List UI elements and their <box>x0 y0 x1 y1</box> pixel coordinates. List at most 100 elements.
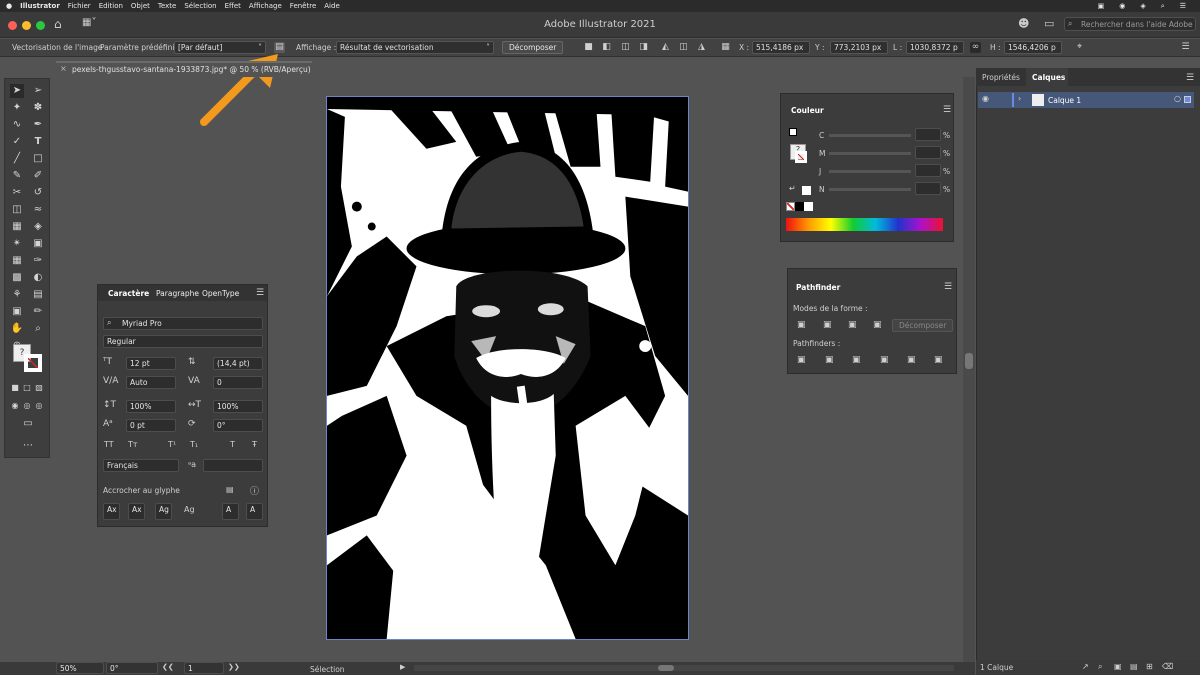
tab-character[interactable]: Caractère <box>108 289 149 298</box>
puppet-warp-tool-icon[interactable]: ✴ <box>10 237 24 251</box>
intersect-icon[interactable]: ▣ <box>848 320 857 330</box>
artboard-navigator[interactable]: 1 <box>184 662 224 674</box>
last-artboard-icon[interactable]: ❯❯ <box>228 663 240 671</box>
menu-effect[interactable]: Effet <box>225 2 241 10</box>
link-constrain-icon[interactable]: ∞ <box>970 42 981 53</box>
tab-properties[interactable]: Propriétés <box>982 73 1020 82</box>
none-mode-icon[interactable]: ▧ <box>32 381 46 395</box>
font-family-dropdown[interactable]: Myriad Pro <box>103 317 263 330</box>
x-field[interactable]: 515,4186 px <box>752 41 810 54</box>
kerning-field[interactable]: Auto <box>126 376 176 389</box>
vertical-scrollbar[interactable] <box>963 77 975 662</box>
rectangle-tool-icon[interactable]: □ <box>31 152 45 166</box>
menu-edit[interactable]: Edition <box>99 2 123 10</box>
blend-tool-icon[interactable]: ◐ <box>31 271 45 285</box>
eraser-tool-icon[interactable]: ✂ <box>10 186 24 200</box>
baseline-shift-field[interactable]: 0 pt <box>126 419 176 432</box>
menu-help[interactable]: Aide <box>324 2 339 10</box>
snap-angular-button[interactable]: A <box>222 503 239 520</box>
panel-menu-icon[interactable]: ☰ <box>943 105 951 115</box>
document-tab[interactable]: pexels-thgusstavo-santana-1933873.jpg* @… <box>56 61 312 77</box>
paintbrush-tool-icon[interactable]: ✎ <box>10 169 24 183</box>
magenta-slider[interactable] <box>829 152 911 155</box>
align-left-icon[interactable]: ◧ <box>601 42 612 53</box>
y-field[interactable]: 773,2103 px <box>830 41 888 54</box>
chevron-right-icon[interactable]: › <box>1018 94 1021 103</box>
tracking-field[interactable]: 0 <box>213 376 263 389</box>
black-swatch[interactable] <box>795 202 804 211</box>
layer-row[interactable]: ◉ › Calque 1 ○ <box>978 92 1194 108</box>
app-menu[interactable]: Illustrator <box>20 2 60 10</box>
type-tool-icon[interactable]: T <box>31 135 45 149</box>
pathfinder-expand-button[interactable]: Décomposer <box>892 319 954 332</box>
horizontal-scrollbar[interactable] <box>414 665 954 671</box>
control-center-icon[interactable]: ☰ <box>1180 2 1186 10</box>
subscript-button[interactable]: T₁ <box>190 440 198 449</box>
exclude-icon[interactable]: ▣ <box>873 320 882 330</box>
scale-tool-icon[interactable]: ◫ <box>10 203 24 217</box>
underline-button[interactable]: T <box>230 440 235 449</box>
tab-layers[interactable]: Calques <box>1032 73 1065 82</box>
menu-select[interactable]: Sélection <box>184 2 216 10</box>
menu-object[interactable]: Objet <box>131 2 150 10</box>
wifi-icon[interactable]: ◉ <box>1119 2 1125 10</box>
zoom-tool-icon[interactable]: ⌕ <box>31 322 45 336</box>
black-slider[interactable] <box>829 188 911 191</box>
scrollbar-thumb[interactable] <box>965 353 973 369</box>
menu-window[interactable]: Fenêtre <box>290 2 316 10</box>
stroke-swatch-icon[interactable] <box>24 354 42 372</box>
tab-paragraph[interactable]: Paragraphe <box>156 289 199 298</box>
minus-front-icon[interactable]: ▣ <box>823 320 832 330</box>
minus-back-icon[interactable]: ▣ <box>934 355 943 365</box>
help-search-input[interactable]: Rechercher dans l'aide Adobe <box>1064 17 1196 31</box>
align-selection-icon[interactable]: ■ <box>583 42 594 53</box>
snap-x-height-button[interactable]: Ax <box>128 503 145 520</box>
status-icon-1[interactable]: ▣ <box>1098 2 1105 10</box>
snap-proximity-button[interactable]: Ag <box>184 505 195 514</box>
panel-menu-icon[interactable]: ☰ <box>1186 73 1194 83</box>
character-rotation-field[interactable]: 0° <box>213 419 263 432</box>
horizontal-scrollbar-thumb[interactable] <box>658 665 674 671</box>
merge-icon[interactable]: ▣ <box>852 355 861 365</box>
zoom-dropdown[interactable]: 50% <box>56 662 104 674</box>
spotlight-icon[interactable]: ⌕ <box>1161 2 1165 11</box>
symbol-sprayer-tool-icon[interactable]: ⚘ <box>10 288 24 302</box>
line-tool-icon[interactable]: ╱ <box>10 152 24 166</box>
status-icon-3[interactable]: ◈ <box>1140 2 1145 10</box>
shape-builder-tool-icon[interactable]: ◈ <box>31 220 45 234</box>
pen-tool-icon[interactable]: ✒ <box>31 118 45 132</box>
curvature-tool-icon[interactable]: ∿ <box>10 118 24 132</box>
eyedropper-tool-icon[interactable]: ✑ <box>31 254 45 268</box>
horizontal-scale-field[interactable]: 100% <box>213 400 263 413</box>
artboard-tool-icon[interactable]: ▣ <box>10 305 24 319</box>
panel-menu-icon[interactable]: ☰ <box>256 288 264 298</box>
apple-menu-icon[interactable]: ● <box>6 2 12 10</box>
control-bar-menu-icon[interactable]: ☰ <box>1180 42 1191 53</box>
first-artboard-icon[interactable]: ❮❮ <box>162 663 174 671</box>
expand-button[interactable]: Décomposer <box>502 41 564 54</box>
unite-icon[interactable]: ▣ <box>797 320 806 330</box>
font-size-field[interactable]: 12 pt <box>126 357 176 370</box>
superscript-button[interactable]: T¹ <box>168 440 176 449</box>
align-bottom-icon[interactable]: ◮ <box>696 42 707 53</box>
info-icon[interactable]: ⓘ <box>250 484 259 497</box>
eye-icon[interactable]: ◉ <box>982 94 989 103</box>
snap-glyph-bounds-button[interactable]: Ag <box>155 503 172 520</box>
all-caps-button[interactable]: TT <box>104 440 114 449</box>
h-field[interactable]: 1546,4206 p <box>1004 41 1062 54</box>
small-caps-button[interactable]: Tт <box>128 440 138 449</box>
arrange-documents-icon[interactable]: ▭ <box>1044 17 1054 30</box>
magic-wand-tool-icon[interactable]: ✦ <box>10 101 24 115</box>
anchor-tool-icon[interactable]: ✓ <box>10 135 24 149</box>
locate-object-icon[interactable]: ⌕ <box>1098 662 1102 672</box>
glyph-options-icon[interactable]: ▤ <box>226 485 234 494</box>
target-icon[interactable]: ○ <box>1174 94 1181 103</box>
shaper-tool-icon[interactable]: ✐ <box>31 169 45 183</box>
outline-icon[interactable]: ▣ <box>907 355 916 365</box>
none-swatch[interactable] <box>786 202 795 211</box>
align-top-icon[interactable]: ◭ <box>660 42 671 53</box>
new-sublayer-icon[interactable]: ▤ <box>1130 662 1138 671</box>
snap-anchor-button[interactable]: A <box>246 503 263 520</box>
menu-file[interactable]: Fichier <box>68 2 91 10</box>
yellow-slider[interactable] <box>829 170 911 173</box>
